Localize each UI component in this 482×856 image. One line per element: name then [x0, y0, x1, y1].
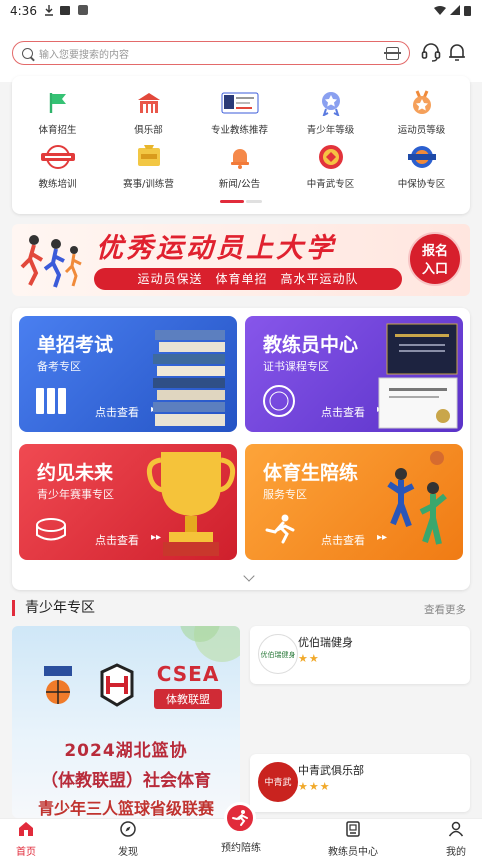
- poster-line-2: （体教联盟）社会体育: [41, 771, 211, 791]
- coach-card-icon: [221, 90, 259, 116]
- signal-icon: [450, 5, 460, 15]
- user-icon: [448, 821, 464, 837]
- search-icon: [22, 48, 33, 59]
- download-icon: [45, 5, 53, 16]
- expand-chevron-icon[interactable]: [243, 570, 255, 582]
- tab-discover[interactable]: 发现: [80, 819, 176, 856]
- scan-icon[interactable]: [384, 47, 401, 60]
- trophy-banner-icon: [135, 144, 163, 170]
- sparring-fab[interactable]: [224, 802, 256, 834]
- club-name: 优伯瑞健身: [298, 636, 353, 649]
- books-illustration: [153, 330, 225, 426]
- tab-coach-center[interactable]: 教练员中心: [305, 819, 401, 856]
- runners-illustration: [20, 235, 82, 288]
- tile-exam[interactable]: 单招考试 备考专区 点击查看 ▸▸: [19, 316, 237, 432]
- menu-item-club[interactable]: 俱乐部: [103, 90, 194, 136]
- search-input[interactable]: 输入您要搜索的内容: [12, 41, 410, 65]
- club-rating: ★★★: [298, 780, 331, 793]
- binders-icon: [36, 388, 66, 414]
- compass-icon: [120, 821, 136, 837]
- status-time: 4:36: [10, 4, 37, 18]
- runner-icon: [232, 810, 248, 826]
- feature-tiles: 单招考试 备考专区 点击查看 ▸▸ 教练员中心 证书课程专区 点击查看 ▸▸ 约…: [12, 308, 470, 590]
- app-icon: [78, 5, 88, 15]
- medal-icon: [317, 90, 345, 116]
- battery-icon: [464, 6, 471, 16]
- building-icon: [135, 90, 163, 116]
- youth-poster[interactable]: CSEA 体教联盟 2024湖北篮协 （体教联盟）社会体育 青少年三人篮球省级联…: [12, 626, 240, 818]
- certificate-illustration: [378, 323, 458, 429]
- club-rating: ★★: [298, 652, 320, 665]
- promo-banner[interactable]: 优秀运动员上大学 运动员保送 体育单招 高水平运动队 报名 入口: [12, 224, 470, 296]
- club-name: 中青武俱乐部: [298, 764, 364, 777]
- menu-pager: [220, 200, 264, 203]
- csea-brand: CSEA 体教联盟: [154, 662, 222, 710]
- club-card[interactable]: 优伯瑞健身 优伯瑞健身 ★★: [250, 626, 470, 684]
- zqw-logo-icon: [317, 144, 345, 170]
- search-row: 输入您要搜索的内容: [0, 36, 482, 70]
- flag-icon: [44, 90, 72, 116]
- tile-coach-center[interactable]: 教练员中心 证书课程专区 点击查看 ▸▸: [245, 316, 463, 432]
- bell-icon[interactable]: [446, 41, 468, 63]
- notification-icon: [60, 6, 70, 15]
- pager-dot-active: [220, 200, 244, 203]
- view-more-link[interactable]: 查看更多: [424, 602, 466, 617]
- stadium-icon: [36, 518, 66, 541]
- trophy-illustration: [146, 452, 236, 556]
- menu-item-coach-training[interactable]: 教练培训: [12, 144, 103, 190]
- athletes-illustration: [387, 451, 447, 545]
- club-logo: 优伯瑞健身: [258, 634, 298, 674]
- wifi-icon: [434, 6, 446, 15]
- menu-item-zqw-zone[interactable]: 中青武专区: [285, 144, 376, 190]
- bell-news-icon: [226, 144, 254, 170]
- pager-dot: [246, 200, 262, 203]
- customer-service-icon[interactable]: [420, 41, 442, 63]
- tab-mine[interactable]: 我的: [408, 819, 482, 856]
- basketball-logo-icon: [100, 663, 134, 707]
- banner-subtitle: 运动员保送 体育单招 高水平运动队: [94, 268, 402, 290]
- menu-item-events-camp[interactable]: 赛事/训练营: [103, 144, 194, 190]
- badge-icon: [408, 90, 436, 116]
- home-icon: [19, 822, 33, 836]
- hbba-logo-icon: [44, 666, 72, 704]
- poster-line-1: 2024湖北篮协: [64, 741, 188, 761]
- menu-item-zbx-zone[interactable]: 中保协专区: [376, 144, 467, 190]
- tab-home[interactable]: 首页: [0, 819, 74, 856]
- menu-item-sports-admission[interactable]: 体育招生: [12, 90, 103, 136]
- csea-seal-icon: [263, 385, 295, 417]
- menu-item-news[interactable]: 新闻/公告: [194, 144, 285, 190]
- menu-item-youth-level[interactable]: 青少年等级: [285, 90, 376, 136]
- category-menu: 体育招生 俱乐部 专业教练推荐 青少年等级 运动员等级 教练培训 赛事/训练营 …: [12, 76, 470, 214]
- id-card-icon: [346, 821, 360, 837]
- poster-line-3: 青少年三人篮球省级联赛: [37, 799, 214, 818]
- section-title: 青少年专区: [12, 600, 95, 616]
- tile-youth-events[interactable]: 约见未来 青少年赛事专区 点击查看 ▸▸: [19, 444, 237, 560]
- club-logo: 中青武: [258, 762, 298, 802]
- banner-title: 优秀运动员上大学: [96, 233, 336, 264]
- status-bar: 4:36: [0, 0, 482, 22]
- search-placeholder: 输入您要搜索的内容: [39, 50, 129, 61]
- coach-logo-icon: [40, 144, 76, 170]
- club-card[interactable]: 中青武 中青武俱乐部 ★★★: [250, 754, 470, 812]
- tile-sparring[interactable]: 体育生陪练 服务专区 点击查看 ▸▸: [245, 444, 463, 560]
- zbx-logo-icon: [405, 144, 439, 170]
- banner-register-button[interactable]: 报名 入口: [408, 232, 462, 286]
- runner-icon: [265, 514, 295, 544]
- menu-item-athlete-level[interactable]: 运动员等级: [376, 90, 467, 136]
- menu-item-coach-recommend[interactable]: 专业教练推荐: [194, 90, 285, 136]
